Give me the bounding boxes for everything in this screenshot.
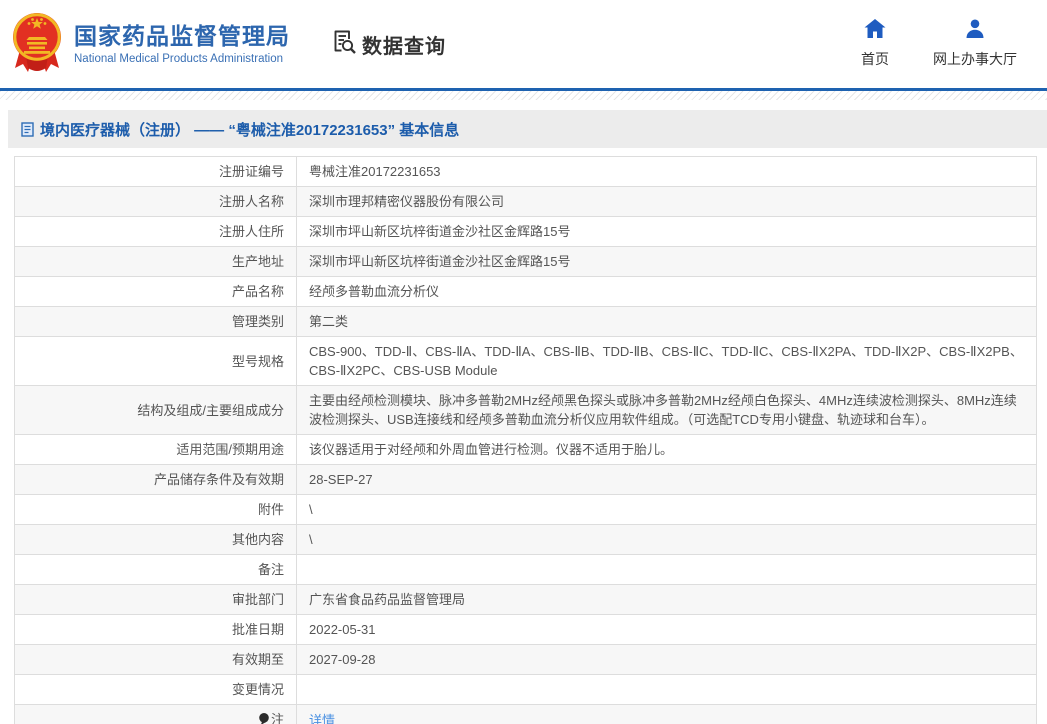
hatched-band <box>0 91 1047 100</box>
row-label: 附件 <box>15 495 297 525</box>
row-label: 变更情况 <box>15 675 297 705</box>
table-row: 结构及组成/主要组成成分主要由经颅检测模块、脉冲多普勒2MHz经颅黑色探头或脉冲… <box>15 386 1037 435</box>
row-value: 第二类 <box>297 307 1037 337</box>
row-label: 管理类别 <box>15 307 297 337</box>
user-icon <box>965 19 985 43</box>
table-row: 生产地址深圳市坪山新区坑梓街道金沙社区金辉路15号 <box>15 247 1037 277</box>
row-label: 产品名称 <box>15 277 297 307</box>
nav-item-service-hall[interactable]: 网上办事大厅 <box>933 19 1017 69</box>
row-value: 2022-05-31 <box>297 615 1037 645</box>
table-row: 注册证编号粤械注准20172231653 <box>15 157 1037 187</box>
row-label: 产品储存条件及有效期 <box>15 465 297 495</box>
data-query-section[interactable]: 数据查询 <box>330 28 446 60</box>
row-value: 广东省食品药品监督管理局 <box>297 585 1037 615</box>
header: 国家药品监督管理局 National Medical Products Admi… <box>0 0 1047 88</box>
row-value: \ <box>297 495 1037 525</box>
brand-title: 国家药品监督管理局 <box>74 23 290 51</box>
table-row: 审批部门广东省食品药品监督管理局 <box>15 585 1037 615</box>
table-row: 备注 <box>15 555 1037 585</box>
row-value: 2027-09-28 <box>297 645 1037 675</box>
row-label: 备注 <box>15 555 297 585</box>
nav-home-label: 首页 <box>861 49 889 69</box>
nav-item-home[interactable]: 首页 <box>861 19 889 69</box>
row-value <box>297 555 1037 585</box>
row-value: CBS-900、TDD-Ⅱ、CBS-ⅡA、TDD-ⅡA、CBS-ⅡB、TDD-Ⅱ… <box>297 337 1037 386</box>
row-value: 深圳市坪山新区坑梓街道金沙社区金辉路15号 <box>297 217 1037 247</box>
row-label: 注册人住所 <box>15 217 297 247</box>
table-row: 注册人名称深圳市理邦精密仪器股份有限公司 <box>15 187 1037 217</box>
table-row: 变更情况 <box>15 675 1037 705</box>
row-label: 批准日期 <box>15 615 297 645</box>
table-row: 注 详情 <box>15 705 1037 724</box>
row-value: 主要由经颅检测模块、脉冲多普勒2MHz经颅黑色探头或脉冲多普勒2MHz经颅白色探… <box>297 386 1037 435</box>
row-label: 注 <box>15 705 297 724</box>
page-title-bar: 境内医疗器械（注册） —— “粤械注准20172231653” 基本信息 <box>8 110 1047 148</box>
note-balloon-icon <box>259 711 269 724</box>
row-value: 深圳市理邦精密仪器股份有限公司 <box>297 187 1037 217</box>
nav-service-hall-label: 网上办事大厅 <box>933 49 1017 69</box>
data-query-icon <box>330 28 357 60</box>
table-row: 注册人住所深圳市坪山新区坑梓街道金沙社区金辉路15号 <box>15 217 1037 247</box>
row-label: 生产地址 <box>15 247 297 277</box>
table-row: 批准日期2022-05-31 <box>15 615 1037 645</box>
row-value: 28-SEP-27 <box>297 465 1037 495</box>
row-label: 适用范围/预期用途 <box>15 435 297 465</box>
row-value: \ <box>297 525 1037 555</box>
document-icon <box>21 122 34 137</box>
registration-info-table: 注册证编号粤械注准20172231653注册人名称深圳市理邦精密仪器股份有限公司… <box>14 156 1037 724</box>
row-value: 粤械注准20172231653 <box>297 157 1037 187</box>
row-label: 结构及组成/主要组成成分 <box>15 386 297 435</box>
row-value: 该仪器适用于对经颅和外周血管进行检测。仪器不适用于胎儿。 <box>297 435 1037 465</box>
page-title: 境内医疗器械（注册） —— “粤械注准20172231653” 基本信息 <box>40 119 459 140</box>
row-value: 详情 <box>297 705 1037 724</box>
row-label: 有效期至 <box>15 645 297 675</box>
row-label: 型号规格 <box>15 337 297 386</box>
info-table-body: 注册证编号粤械注准20172231653注册人名称深圳市理邦精密仪器股份有限公司… <box>15 157 1037 724</box>
data-query-label: 数据查询 <box>362 30 446 59</box>
brand-subtitle: National Medical Products Administration <box>74 53 290 65</box>
table-row: 有效期至2027-09-28 <box>15 645 1037 675</box>
table-row: 附件\ <box>15 495 1037 525</box>
detail-link[interactable]: 详情 <box>309 713 335 724</box>
row-value: 经颅多普勒血流分析仪 <box>297 277 1037 307</box>
table-row: 产品储存条件及有效期28-SEP-27 <box>15 465 1037 495</box>
brand: 国家药品监督管理局 National Medical Products Admi… <box>74 23 290 66</box>
table-row: 管理类别第二类 <box>15 307 1037 337</box>
row-label: 其他内容 <box>15 525 297 555</box>
national-emblem-logo <box>10 10 64 81</box>
row-value: 深圳市坪山新区坑梓街道金沙社区金辉路15号 <box>297 247 1037 277</box>
table-row: 其他内容\ <box>15 525 1037 555</box>
row-value <box>297 675 1037 705</box>
row-label: 注册证编号 <box>15 157 297 187</box>
home-icon <box>864 19 886 43</box>
table-row: 适用范围/预期用途该仪器适用于对经颅和外周血管进行检测。仪器不适用于胎儿。 <box>15 435 1037 465</box>
row-label: 审批部门 <box>15 585 297 615</box>
top-nav: 首页 网上办事大厅 <box>861 19 1017 69</box>
row-label: 注册人名称 <box>15 187 297 217</box>
table-row: 产品名称经颅多普勒血流分析仪 <box>15 277 1037 307</box>
table-row: 型号规格CBS-900、TDD-Ⅱ、CBS-ⅡA、TDD-ⅡA、CBS-ⅡB、T… <box>15 337 1037 386</box>
